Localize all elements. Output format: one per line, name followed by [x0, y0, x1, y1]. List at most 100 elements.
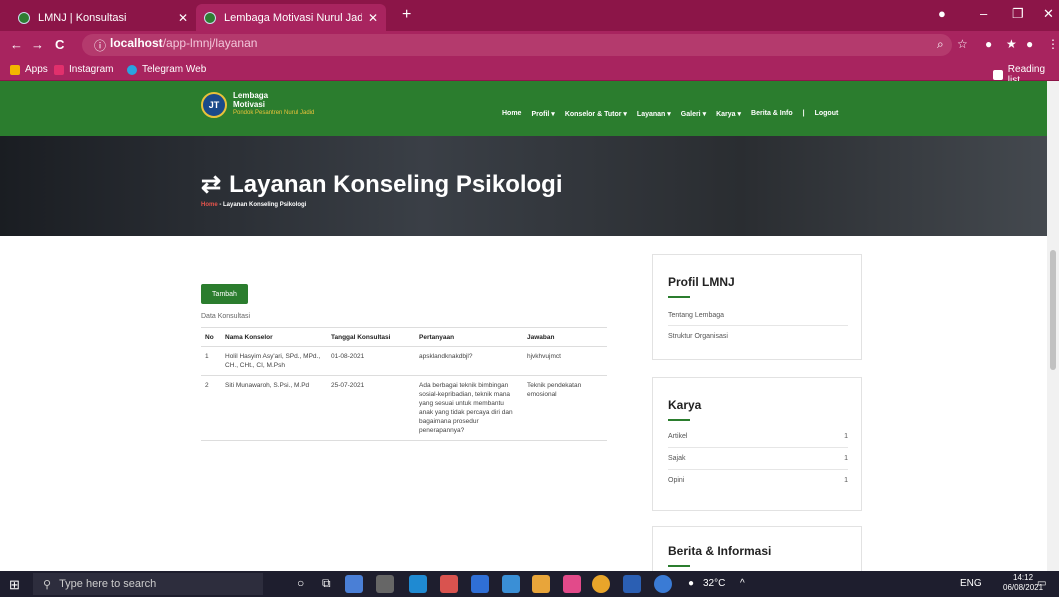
- sidebar-item-sajak[interactable]: Sajak 1: [668, 455, 848, 462]
- camera-app-icon[interactable]: [376, 575, 394, 593]
- language-indicator[interactable]: ENG: [960, 578, 982, 589]
- cell-jawaban: Teknik pendekatan emosional: [523, 375, 607, 441]
- table-row: 2 Siti Munawaroh, S.Psi., M.Pd 25-07-202…: [201, 375, 607, 441]
- forward-icon[interactable]: →: [31, 37, 44, 52]
- git-app-icon[interactable]: [440, 575, 458, 593]
- tab-layanan[interactable]: Lembaga Motivasi Nurul Jadid - I ✕: [196, 4, 386, 31]
- title-underline: [668, 296, 690, 298]
- sidebar-card-profil: Profil LMNJ Tentang Lembaga Struktur Org…: [652, 254, 862, 360]
- windows-taskbar: ⊞ ⚲ Type here to search ○ ⧉ ● 32°C ^ ENG…: [0, 571, 1059, 597]
- site-logo[interactable]: JT Lembaga Motivasi Pondok Pesantren Nur…: [201, 91, 314, 118]
- help-app-icon[interactable]: [654, 575, 672, 593]
- divider: [668, 325, 848, 326]
- title-underline: [668, 419, 690, 421]
- file-app-icon[interactable]: [471, 575, 489, 593]
- column-header-pertanyaan: Pertanyaan: [415, 327, 523, 347]
- bookmark-instagram[interactable]: Instagram: [54, 64, 113, 75]
- new-tab-button[interactable]: +: [402, 6, 411, 24]
- table-header-row: No Nama Konselor Tanggal Konsultasi Pert…: [201, 327, 607, 347]
- column-header-jawaban: Jawaban: [523, 327, 607, 347]
- reload-icon[interactable]: C: [55, 37, 64, 52]
- menu-galeri[interactable]: Galeri ▾: [681, 110, 706, 118]
- sidebar-item-struktur-organisasi[interactable]: Struktur Organisasi: [668, 333, 848, 340]
- weather-icon: ●: [688, 578, 695, 589]
- extension-icon[interactable]: ●: [985, 37, 992, 51]
- menu-karya[interactable]: Karya ▾: [716, 110, 741, 118]
- xampp-icon[interactable]: [563, 575, 581, 593]
- scrollbar-thumb[interactable]: [1050, 250, 1056, 370]
- bookmark-star-icon[interactable]: ☆: [957, 37, 968, 51]
- cell-no: 1: [201, 346, 221, 376]
- sidebar-item-opini[interactable]: Opini 1: [668, 477, 848, 484]
- site-info-icon[interactable]: ⓘ: [94, 37, 106, 54]
- bookmark-telegram[interactable]: Telegram Web: [127, 64, 206, 75]
- logo-line-1: Lembaga: [233, 91, 269, 100]
- logo-line-3: Pondok Pesantren Nurul Jadid: [233, 110, 315, 116]
- file-explorer-icon[interactable]: [502, 575, 520, 593]
- table-caption: Data Konsultasi: [201, 313, 251, 320]
- profile-avatar-icon[interactable]: ●: [1026, 37, 1033, 51]
- cortana-icon[interactable]: ○: [297, 576, 304, 590]
- menu-layanan[interactable]: Layanan ▾: [637, 110, 671, 118]
- tray-chevron-up-icon[interactable]: ^: [740, 578, 745, 589]
- close-window-button[interactable]: ✕: [1043, 6, 1054, 22]
- cell-pertanyaan: apsklandknakdbjl?: [415, 346, 523, 376]
- table-row: 1 Holil Hasyim Asy'ari, SPd., MPd., CH.,…: [201, 346, 607, 376]
- main-menu: Home Profil ▾ Konselor & Tutor ▾ Layanan…: [502, 110, 838, 118]
- sidebar-card-karya: Karya Artikel 1 Sajak 1 Opini 1: [652, 377, 862, 511]
- site-navbar: JT Lembaga Motivasi Pondok Pesantren Nur…: [0, 81, 1059, 136]
- logo-emblem-icon: JT: [201, 91, 227, 118]
- close-tab-icon[interactable]: ✕: [178, 11, 188, 25]
- sidebar-item-tentang-lembaga[interactable]: Tentang Lembaga: [668, 312, 848, 319]
- tab-title: Lembaga Motivasi Nurul Jadid - I: [224, 11, 362, 24]
- sublime-text-icon[interactable]: [532, 575, 550, 593]
- taskbar-clock[interactable]: 14:12 06/08/2021: [1003, 573, 1043, 593]
- breadcrumb-current: Layanan Konseling Psikologi: [223, 202, 307, 208]
- menu-konselor-tutor[interactable]: Konselor & Tutor ▾: [565, 110, 627, 118]
- menu-berita-info[interactable]: Berita & Info: [751, 110, 793, 118]
- chrome-icon[interactable]: [592, 575, 610, 593]
- divider: [668, 469, 848, 470]
- apps-bookmark[interactable]: Apps: [10, 64, 48, 75]
- column-header-konselor: Nama Konselor: [221, 327, 327, 347]
- weather-temp[interactable]: 32°C: [703, 578, 725, 589]
- consultation-table: No Nama Konselor Tanggal Konsultasi Pert…: [201, 327, 607, 441]
- cell-no: 2: [201, 375, 221, 441]
- chrome-menu-icon[interactable]: ⋮: [1047, 37, 1059, 51]
- sidebar-card-title: Karya: [668, 398, 702, 412]
- site-favicon-icon: [204, 11, 216, 24]
- cell-konselor: Holil Hasyim Asy'ari, SPd., MPd., CH., C…: [221, 346, 327, 376]
- extensions-puzzle-icon[interactable]: ★: [1006, 37, 1017, 51]
- column-header-no: No: [201, 327, 221, 347]
- word-icon[interactable]: [623, 575, 641, 593]
- instagram-icon: [54, 64, 64, 75]
- tab-konsultasi[interactable]: LMNJ | Konsultasi ✕: [10, 4, 196, 31]
- minimize-button[interactable]: –: [980, 6, 987, 21]
- profile-indicator-icon[interactable]: ●: [938, 6, 946, 21]
- page-title: ⇄ Layanan Konseling Psikologi: [201, 170, 563, 199]
- breadcrumb: Home - Layanan Konseling Psikologi: [201, 202, 306, 208]
- security-app-icon[interactable]: [345, 575, 363, 593]
- cell-jawaban: hjvkhvujmct: [523, 346, 607, 376]
- zoom-icon[interactable]: ⌕: [937, 37, 944, 52]
- menu-profil[interactable]: Profil ▾: [531, 110, 554, 118]
- add-consultation-button[interactable]: Tambah: [201, 284, 248, 304]
- exchange-arrows-icon: ⇄: [201, 171, 222, 198]
- sidebar-item-artikel[interactable]: Artikel 1: [668, 433, 848, 440]
- maximize-button[interactable]: ❐: [1012, 6, 1024, 22]
- logo-line-2: Motivasi: [233, 100, 266, 109]
- breadcrumb-home[interactable]: Home: [201, 202, 218, 208]
- url-text[interactable]: localhost/app-lmnj/layanan: [110, 36, 257, 50]
- task-view-icon[interactable]: ⧉: [322, 576, 331, 591]
- menu-divider: |: [802, 110, 805, 117]
- close-tab-icon[interactable]: ✕: [368, 11, 378, 25]
- divider: [668, 447, 848, 448]
- menu-logout[interactable]: Logout: [815, 110, 839, 118]
- cell-pertanyaan: Ada berbagai teknik bimbingan sosial-kep…: [415, 375, 523, 441]
- back-icon[interactable]: ←: [10, 37, 23, 52]
- windows-start-icon[interactable]: ⊞: [9, 577, 20, 593]
- telegram-icon: [127, 64, 137, 75]
- vscode-icon[interactable]: [409, 575, 427, 593]
- taskbar-search-input[interactable]: ⚲ Type here to search: [33, 573, 263, 595]
- menu-home[interactable]: Home: [502, 110, 521, 118]
